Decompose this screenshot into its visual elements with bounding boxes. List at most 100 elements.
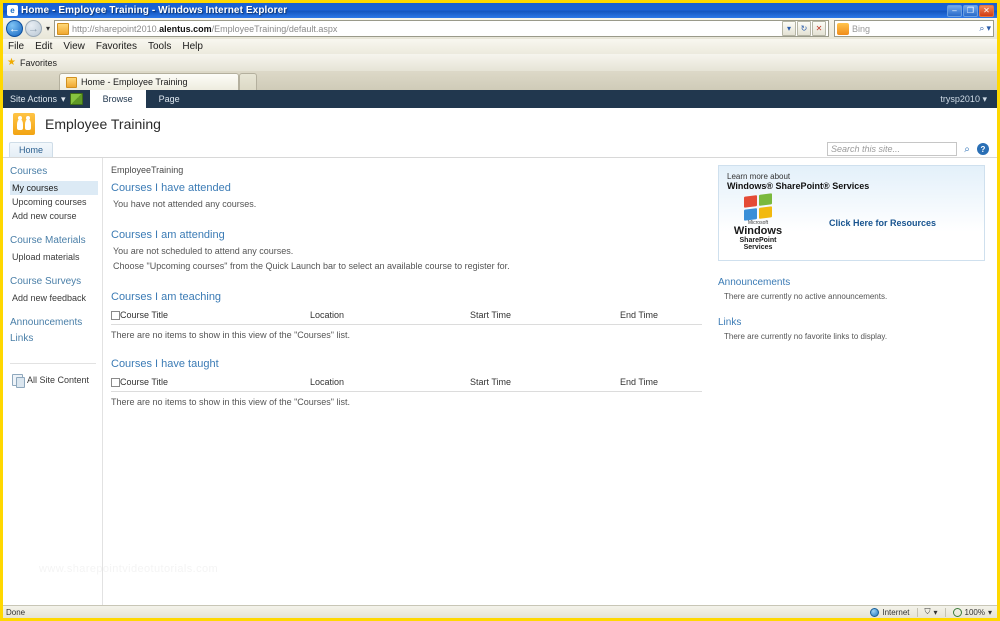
menu-bar: File Edit View Favorites Tools Help — [3, 39, 997, 54]
browser-search-go[interactable]: ⌕ ▾ — [979, 23, 991, 34]
menu-edit[interactable]: Edit — [35, 41, 52, 52]
tab-employee-training[interactable]: Home - Employee Training — [59, 73, 239, 90]
back-button[interactable]: ← — [6, 20, 23, 37]
sidebar-item-add-new-feedback[interactable]: Add new feedback — [10, 291, 98, 305]
page-body: Courses My courses Upcoming courses Add … — [3, 158, 997, 605]
stop-icon[interactable]: ✕ — [812, 21, 826, 36]
status-bar: Done Internet ⛉ ▾ 100% ▾ — [3, 605, 997, 618]
section-title-courses-attending[interactable]: Courses I am attending — [111, 229, 702, 241]
window-title: Home - Employee Training - Windows Inter… — [21, 5, 288, 16]
maximize-button[interactable]: ❐ — [963, 4, 978, 17]
select-all-header[interactable] — [111, 308, 120, 326]
sidebar-item-upload-materials[interactable]: Upload materials — [10, 250, 98, 264]
site-search-input[interactable]: Search this site... — [827, 142, 957, 156]
recent-pages-dropdown-icon[interactable]: ▾ — [44, 24, 52, 33]
chevron-down-icon: ▾ — [982, 93, 987, 104]
sidebar-item-add-new-course[interactable]: Add new course — [10, 209, 98, 223]
url-actions: ▾ ↻ ✕ — [778, 21, 826, 36]
bing-icon — [837, 22, 849, 35]
section-title-courses-attended[interactable]: Courses I have attended — [111, 182, 702, 194]
menu-tools[interactable]: Tools — [148, 41, 171, 52]
section-title-courses-teaching[interactable]: Courses I am teaching — [111, 291, 702, 303]
column-start-time[interactable]: Start Time — [470, 375, 620, 393]
minimize-button[interactable]: – — [947, 4, 962, 17]
tab-favicon-icon — [66, 76, 77, 88]
window-titlebar: e Home - Employee Training - Windows Int… — [3, 3, 997, 18]
column-end-time[interactable]: End Time — [620, 375, 702, 393]
sharepoint-services-promo: Learn more about Windows® SharePoint® Se… — [718, 165, 985, 261]
ie-icon: e — [7, 5, 18, 16]
site-title: Employee Training — [45, 116, 161, 132]
help-icon[interactable]: ? — [977, 143, 989, 155]
browser-search-input[interactable]: Bing ⌕ ▾ — [834, 20, 994, 37]
refresh-icon[interactable]: ↻ — [797, 21, 811, 36]
chevron-down-icon[interactable]: ▾ — [988, 608, 992, 617]
quicklaunch-heading-links[interactable]: Links — [10, 332, 102, 345]
menu-help[interactable]: Help — [182, 41, 203, 52]
documents-icon — [12, 374, 25, 388]
site-actions-menu[interactable]: Site Actions ▾ — [3, 90, 90, 108]
navigate-up-icon[interactable] — [69, 93, 83, 105]
column-location[interactable]: Location — [310, 375, 470, 393]
ribbon-tab-page[interactable]: Page — [146, 90, 193, 108]
browser-window: e Home - Employee Training - Windows Int… — [0, 0, 1000, 621]
url-domain: alentus.com — [159, 23, 212, 34]
favorites-bar: ★ Favorites — [3, 54, 997, 71]
section-title-courses-taught[interactable]: Courses I have taught — [111, 358, 702, 370]
menu-favorites[interactable]: Favorites — [96, 41, 137, 52]
quicklaunch-heading-course-surveys[interactable]: Course Surveys — [10, 275, 102, 288]
table-header-row: Course Title Location Start Time End Tim… — [111, 375, 702, 393]
quicklaunch-heading-announcements[interactable]: Announcements — [10, 316, 102, 329]
links-heading[interactable]: Links — [718, 317, 985, 328]
column-course-title[interactable]: Course Title — [120, 375, 310, 393]
status-divider — [916, 607, 918, 617]
sharepoint-ribbon: Site Actions ▾ Browse Page trysp2010 ▾ — [3, 90, 997, 108]
courses-taught-table: Course Title Location Start Time End Tim… — [111, 375, 702, 393]
user-menu[interactable]: trysp2010 ▾ — [930, 90, 997, 108]
favorites-star-icon: ★ — [7, 57, 16, 68]
announcements-heading[interactable]: Announcements — [718, 277, 985, 288]
sidebar-item-all-site-content[interactable]: All Site Content — [10, 372, 102, 388]
address-dropdown-icon[interactable]: ▾ — [782, 21, 796, 36]
column-end-time[interactable]: End Time — [620, 308, 702, 326]
site-header: Employee Training — [3, 108, 997, 140]
url-text: http://sharepoint2010.alentus.com/Employ… — [72, 24, 337, 34]
windows-sharepoint-logo: Microsoft Windows SharePoint Services — [727, 193, 789, 251]
sidebar-item-my-courses[interactable]: My courses — [10, 181, 98, 195]
empty-message: There are no items to show in this view … — [111, 330, 350, 341]
favorites-button-label[interactable]: Favorites — [20, 58, 57, 68]
links-empty-message: There are currently no favorite links to… — [724, 332, 888, 341]
search-icon[interactable]: ⌕ — [961, 143, 973, 155]
url-suffix: /EmployeeTraining/default.aspx — [211, 23, 338, 34]
menu-view[interactable]: View — [63, 41, 85, 52]
security-zone-label: Internet — [882, 607, 910, 617]
click-here-for-resources-link[interactable]: Click Here for Resources — [789, 218, 976, 228]
quicklaunch-heading-course-materials[interactable]: Course Materials — [10, 234, 102, 247]
search-icon: ⌕ — [979, 23, 985, 33]
section-note: You are not scheduled to attend any cour… — [113, 246, 294, 257]
section-note: Choose "Upcoming courses" from the Quick… — [113, 261, 510, 272]
chevron-down-icon: ▾ — [986, 23, 991, 33]
window-controls: – ❐ ✕ — [947, 4, 995, 17]
sidebar-item-upcoming-courses[interactable]: Upcoming courses — [10, 195, 98, 209]
checkbox-icon[interactable] — [111, 311, 120, 321]
section-note: You have not attended any courses. — [113, 199, 257, 209]
close-button[interactable]: ✕ — [979, 4, 994, 17]
ribbon-tab-browse[interactable]: Browse — [89, 90, 146, 108]
menu-file[interactable]: File — [8, 41, 24, 52]
quicklaunch-heading-courses[interactable]: Courses — [10, 165, 102, 178]
column-location[interactable]: Location — [310, 308, 470, 326]
new-tab-button[interactable] — [239, 73, 257, 90]
promo-line-2: Windows® SharePoint® Services — [727, 181, 870, 191]
nav-tab-home[interactable]: Home — [9, 142, 54, 157]
checkbox-icon[interactable] — [111, 378, 120, 388]
url-input[interactable]: http://sharepoint2010.alentus.com/Employ… — [54, 20, 829, 37]
logo-windows-text: Windows — [733, 225, 783, 237]
column-start-time[interactable]: Start Time — [470, 308, 620, 326]
column-course-title[interactable]: Course Title — [120, 308, 310, 326]
empty-message: There are no items to show in this view … — [111, 397, 350, 408]
forward-button[interactable]: → — [25, 20, 42, 37]
select-all-header[interactable] — [111, 375, 120, 393]
zoom-level[interactable]: 100% — [965, 608, 985, 617]
chevron-down-icon[interactable]: ▾ — [934, 608, 938, 617]
